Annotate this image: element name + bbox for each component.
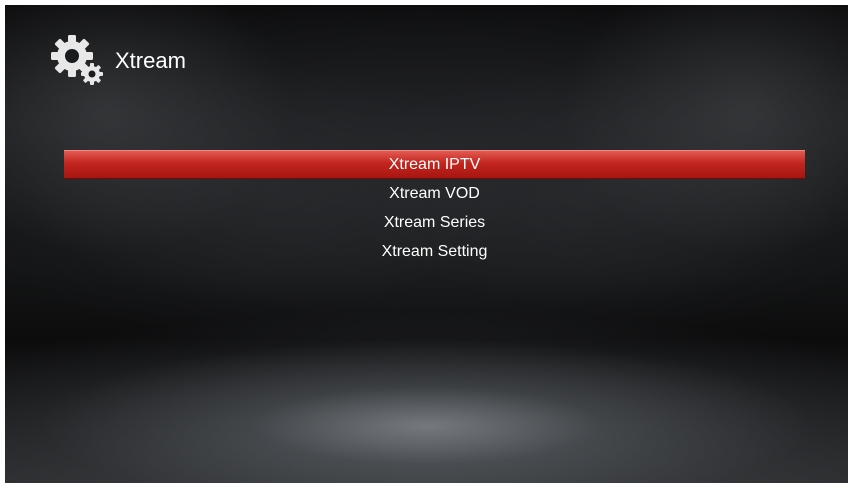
xtream-menu: Xtream IPTV Xtream VOD Xtream Series Xtr…: [64, 150, 805, 266]
tv-screen: Xtream Xtream IPTV Xtream VOD Xtream Ser…: [5, 5, 848, 483]
menu-item-xtream-series[interactable]: Xtream Series: [64, 208, 805, 237]
page-title: Xtream: [115, 48, 186, 73]
menu-item-xtream-iptv[interactable]: Xtream IPTV: [64, 150, 805, 179]
page-header: Xtream: [49, 33, 186, 89]
small-gear-icon: [81, 63, 103, 85]
settings-gears-icon: [49, 33, 109, 89]
menu-item-xtream-setting[interactable]: Xtream Setting: [64, 237, 805, 266]
menu-item-xtream-vod[interactable]: Xtream VOD: [64, 179, 805, 208]
